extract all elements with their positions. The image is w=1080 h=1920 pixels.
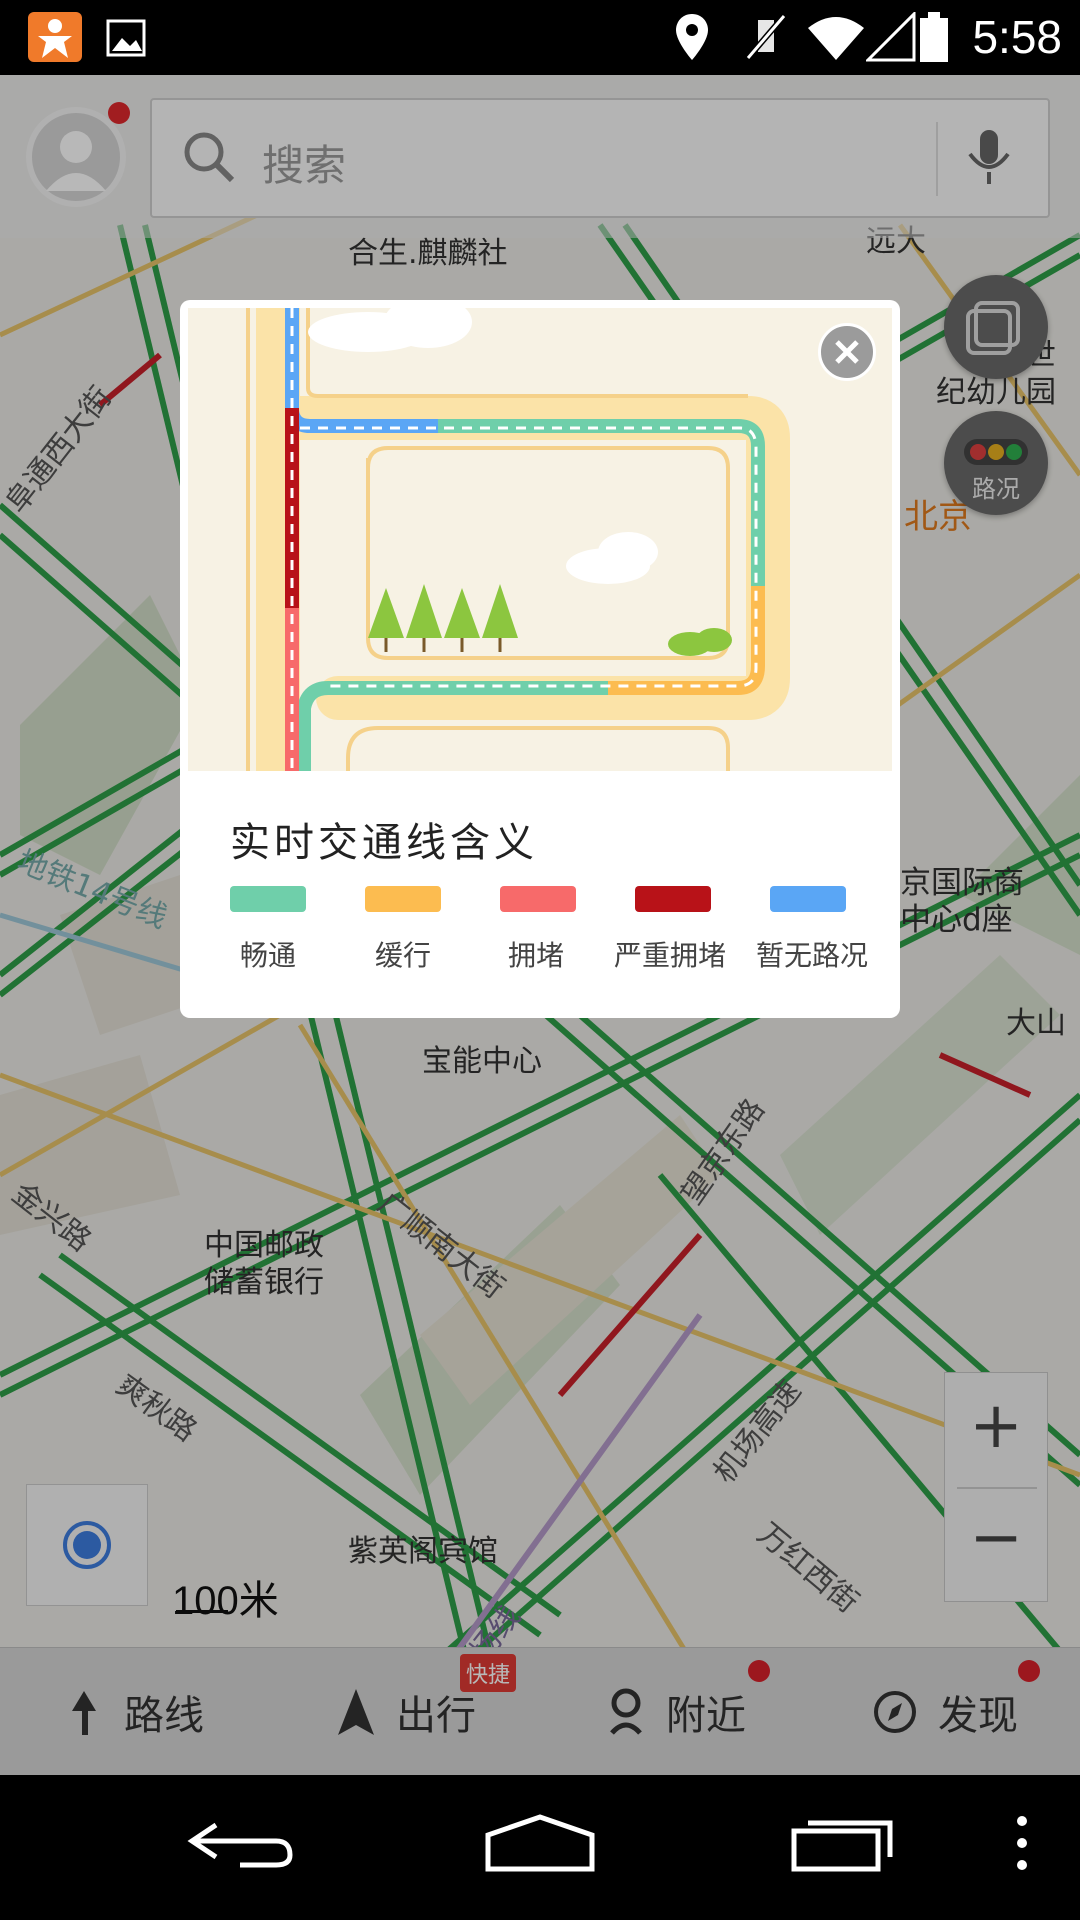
- system-nav-bar: [0, 1775, 1080, 1920]
- legend-swatch-congested: [500, 886, 576, 912]
- legend-swatch-slow: [365, 886, 441, 912]
- overflow-menu-icon[interactable]: [1012, 1813, 1032, 1873]
- dialog-close-button[interactable]: [818, 323, 876, 381]
- legend-label-clear: 畅通: [239, 939, 296, 972]
- legend-label-severe: 严重拥堵: [613, 939, 726, 972]
- signal-icon: [864, 10, 916, 66]
- close-icon: [835, 340, 859, 364]
- back-icon[interactable]: [186, 1813, 296, 1873]
- recents-icon[interactable]: [790, 1813, 900, 1873]
- status-bar: 5:58: [0, 0, 1080, 75]
- legend-swatch-severe: [635, 886, 711, 912]
- traffic-illustration: [188, 308, 892, 771]
- legend-swatch-no-data: [770, 886, 846, 912]
- legend-swatch-clear: [230, 886, 306, 912]
- legend-label-congested: 拥堵: [507, 939, 564, 972]
- battery-icon: [918, 10, 950, 68]
- traffic-legend-dialog: 实时交通线含义 畅通 缓行 拥堵 严重拥堵 暂无路况: [180, 300, 900, 1018]
- clock: 5:58: [972, 11, 1062, 63]
- mute-icon: [744, 12, 788, 66]
- gallery-notification-icon: [106, 18, 146, 62]
- legend-label-no-data: 暂无路况: [755, 939, 868, 972]
- app-notification-icon: [28, 12, 82, 62]
- legend-label-slow: 缓行: [374, 939, 431, 972]
- traffic-illustration-graphic: [246, 308, 790, 771]
- location-icon: [674, 12, 710, 66]
- home-icon[interactable]: [484, 1813, 596, 1873]
- wifi-icon: [806, 12, 866, 66]
- dialog-title: 实时交通线含义: [230, 820, 538, 866]
